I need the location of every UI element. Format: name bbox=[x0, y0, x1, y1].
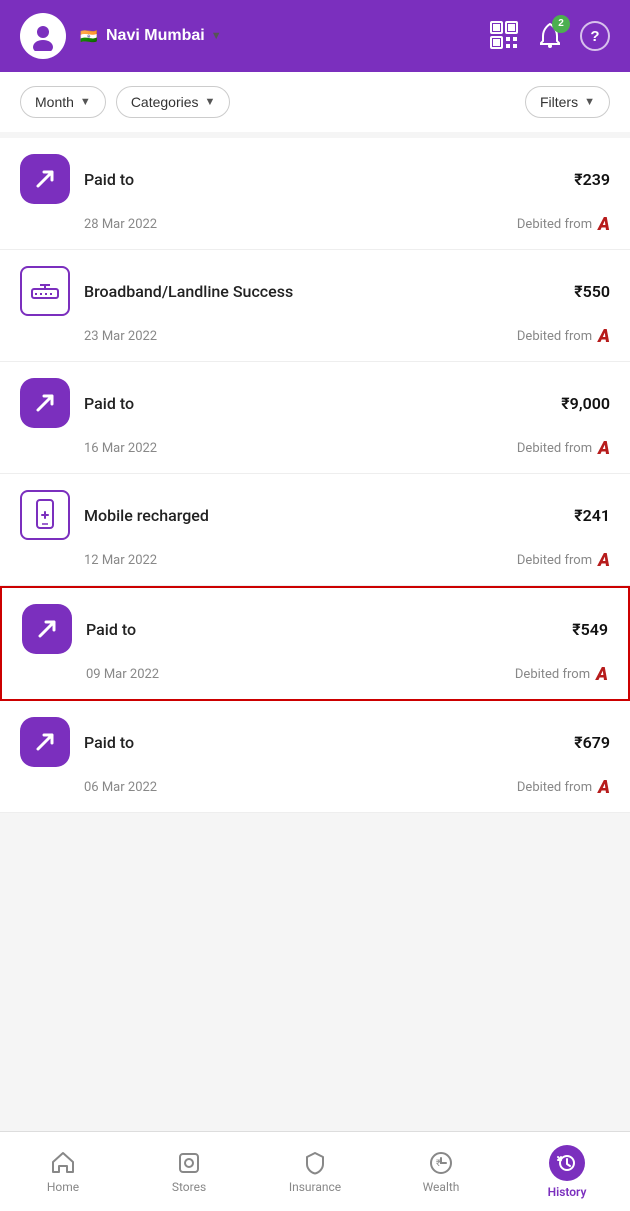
notification-button[interactable]: 2 bbox=[536, 21, 564, 52]
transaction-amount: ₹679 bbox=[574, 733, 610, 752]
upi-icon bbox=[22, 604, 72, 654]
nav-history-label: History bbox=[548, 1185, 587, 1199]
transaction-amount: ₹239 bbox=[574, 170, 610, 189]
debit-info: Debited from A bbox=[517, 214, 610, 235]
transaction-date: 23 Mar 2022 bbox=[84, 329, 157, 344]
location-label: Navi Mumbai bbox=[106, 27, 205, 45]
upi-icon bbox=[20, 154, 70, 204]
transaction-bottom: 09 Mar 2022 Debited from A bbox=[22, 664, 608, 685]
transaction-date: 28 Mar 2022 bbox=[84, 217, 157, 232]
transaction-title: Paid to bbox=[84, 394, 547, 413]
month-chevron-icon: ▼ bbox=[80, 96, 91, 108]
transaction-bottom: 12 Mar 2022 Debited from A bbox=[20, 550, 610, 571]
qr-button[interactable] bbox=[488, 19, 520, 54]
debit-info: Debited from A bbox=[517, 777, 610, 798]
nav-item-wealth[interactable]: ₹ Wealth bbox=[378, 1142, 504, 1202]
transaction-date: 06 Mar 2022 bbox=[84, 780, 157, 795]
transaction-bottom: 16 Mar 2022 Debited from A bbox=[20, 438, 610, 459]
transaction-title: Paid to bbox=[86, 620, 558, 639]
bottom-nav: Home Stores Insurance ₹ Wealth bbox=[0, 1131, 630, 1211]
transaction-amount: ₹9,000 bbox=[561, 394, 610, 413]
transaction-item[interactable]: Paid to ₹9,000 16 Mar 2022 Debited from … bbox=[0, 362, 630, 474]
categories-chevron-icon: ▼ bbox=[205, 96, 216, 108]
nav-wealth-label: Wealth bbox=[423, 1180, 460, 1194]
categories-label: Categories bbox=[131, 94, 199, 110]
avatar[interactable] bbox=[20, 13, 66, 59]
categories-filter[interactable]: Categories ▼ bbox=[116, 86, 231, 118]
filter-bar: Month ▼ Categories ▼ Filters ▼ bbox=[0, 72, 630, 132]
debit-label: Debited from bbox=[515, 667, 590, 682]
transaction-item[interactable]: Paid to ₹679 06 Mar 2022 Debited from A bbox=[0, 701, 630, 813]
debit-info: Debited from A bbox=[515, 664, 608, 685]
nav-item-history[interactable]: History bbox=[504, 1137, 630, 1207]
transaction-item[interactable]: Broadband/Landline Success ₹550 23 Mar 2… bbox=[0, 250, 630, 362]
transaction-top: Paid to ₹679 bbox=[20, 717, 610, 767]
axis-logo: A bbox=[596, 664, 608, 685]
transaction-item-highlighted[interactable]: Paid to ₹549 09 Mar 2022 Debited from A bbox=[0, 586, 630, 701]
transaction-item[interactable]: Paid to ₹239 28 Mar 2022 Debited from A bbox=[0, 138, 630, 250]
debit-info: Debited from A bbox=[517, 550, 610, 571]
debit-label: Debited from bbox=[517, 441, 592, 456]
transaction-bottom: 06 Mar 2022 Debited from A bbox=[20, 777, 610, 798]
axis-logo: A bbox=[598, 777, 610, 798]
upi-icon bbox=[20, 378, 70, 428]
transaction-top: Paid to ₹239 bbox=[20, 154, 610, 204]
header-right: 2 ? bbox=[488, 19, 610, 54]
transaction-date: 16 Mar 2022 bbox=[84, 441, 157, 456]
notification-badge: 2 bbox=[552, 15, 570, 33]
flag-icon: 🇮🇳 bbox=[78, 25, 100, 47]
axis-logo: A bbox=[598, 550, 610, 571]
transaction-amount: ₹550 bbox=[574, 282, 610, 301]
month-filter[interactable]: Month ▼ bbox=[20, 86, 106, 118]
axis-logo: A bbox=[598, 326, 610, 347]
transaction-list: Paid to ₹239 28 Mar 2022 Debited from A bbox=[0, 138, 630, 813]
upi-icon bbox=[20, 717, 70, 767]
nav-item-stores[interactable]: Stores bbox=[126, 1142, 252, 1202]
location-button[interactable]: 🇮🇳 Navi Mumbai ▼ bbox=[78, 25, 222, 47]
transaction-title: Paid to bbox=[84, 733, 560, 752]
transaction-date: 09 Mar 2022 bbox=[86, 667, 159, 682]
debit-info: Debited from A bbox=[517, 438, 610, 459]
filters-chevron-icon: ▼ bbox=[584, 96, 595, 108]
history-icon-circle bbox=[549, 1145, 585, 1181]
debit-label: Debited from bbox=[517, 329, 592, 344]
help-icon: ? bbox=[580, 21, 610, 51]
transaction-bottom: 23 Mar 2022 Debited from A bbox=[20, 326, 610, 347]
transaction-title: Broadband/Landline Success bbox=[84, 282, 560, 301]
nav-insurance-label: Insurance bbox=[289, 1180, 341, 1194]
debit-label: Debited from bbox=[517, 553, 592, 568]
transaction-title: Paid to bbox=[84, 170, 560, 189]
axis-logo: A bbox=[598, 438, 610, 459]
header-left: 🇮🇳 Navi Mumbai ▼ bbox=[20, 13, 222, 59]
nav-item-insurance[interactable]: Insurance bbox=[252, 1142, 378, 1202]
transaction-top: Paid to ₹9,000 bbox=[20, 378, 610, 428]
transaction-bottom: 28 Mar 2022 Debited from A bbox=[20, 214, 610, 235]
nav-item-home[interactable]: Home bbox=[0, 1142, 126, 1202]
filters-button[interactable]: Filters ▼ bbox=[525, 86, 610, 118]
nav-stores-label: Stores bbox=[172, 1180, 206, 1194]
debit-label: Debited from bbox=[517, 217, 592, 232]
transaction-amount: ₹549 bbox=[572, 620, 608, 639]
transaction-amount: ₹241 bbox=[574, 506, 610, 525]
mobile-icon bbox=[20, 490, 70, 540]
axis-logo: A bbox=[598, 214, 610, 235]
transaction-title: Mobile recharged bbox=[84, 506, 560, 525]
app-header: 🇮🇳 Navi Mumbai ▼ 2 bbox=[0, 0, 630, 72]
transaction-top: Paid to ₹549 bbox=[22, 604, 608, 654]
nav-home-label: Home bbox=[47, 1180, 79, 1194]
debit-label: Debited from bbox=[517, 780, 592, 795]
transaction-top: Mobile recharged ₹241 bbox=[20, 490, 610, 540]
broadband-icon bbox=[20, 266, 70, 316]
month-label: Month bbox=[35, 94, 74, 110]
svg-text:₹: ₹ bbox=[436, 1159, 441, 1169]
chevron-down-icon: ▼ bbox=[211, 30, 222, 42]
transaction-top: Broadband/Landline Success ₹550 bbox=[20, 266, 610, 316]
transaction-item[interactable]: Mobile recharged ₹241 12 Mar 2022 Debite… bbox=[0, 474, 630, 586]
debit-info: Debited from A bbox=[517, 326, 610, 347]
transaction-date: 12 Mar 2022 bbox=[84, 553, 157, 568]
filters-label: Filters bbox=[540, 94, 578, 110]
help-button[interactable]: ? bbox=[580, 21, 610, 51]
